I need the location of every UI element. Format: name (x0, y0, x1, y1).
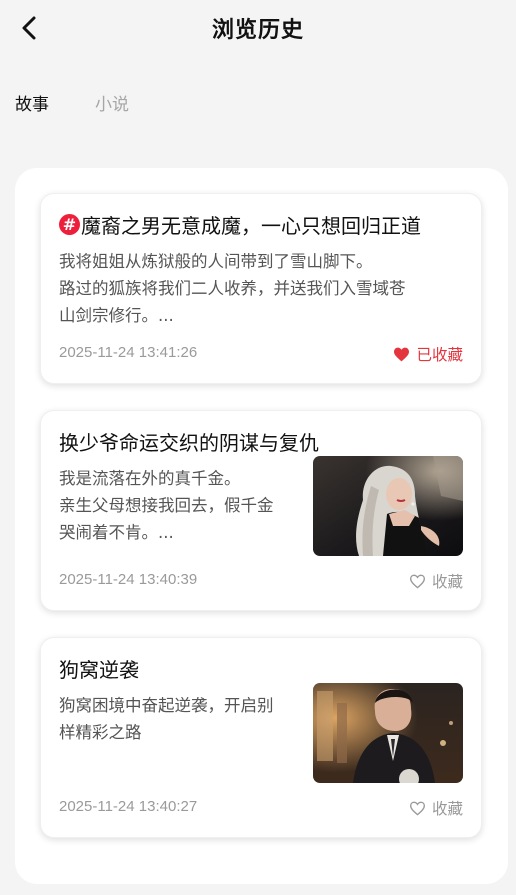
favorite-label: 已收藏 (416, 346, 463, 364)
man-in-suit-image (313, 683, 463, 783)
card-description: 我是流落在外的真千金。 亲生父母想接我回去，假千金 哭闹着不肯。... (59, 465, 309, 546)
card-title: 换少爷命运交织的阴谋与复仇 (59, 431, 319, 455)
desc-line: 样精彩之路 (59, 723, 142, 742)
tab-novels[interactable]: 小说 (95, 90, 129, 118)
card-date: 2025-11-24 13:40:39 (59, 571, 198, 588)
tab-bar: 故事 小说 (15, 90, 175, 118)
favorite-label: 收藏 (431, 800, 463, 818)
card-title: 狗窝逆袭 (59, 658, 139, 682)
favorite-button[interactable]: 收藏 (409, 797, 463, 819)
card-date: 2025-11-24 13:41:26 (59, 344, 198, 361)
card-description: 我将姐姐从炼狱般的人间带到了雪山脚下。 路过的狐族将我们二人收养，并送我们入雪域… (59, 248, 465, 329)
history-card[interactable]: # 魔裔之男无意成魔，一心只想回归正道 我将姐姐从炼狱般的人间带到了雪山脚下。 路… (40, 193, 482, 384)
card-title: # 魔裔之男无意成魔，一心只想回归正道 (59, 210, 421, 239)
card-title-text: 魔裔之男无意成魔，一心只想回归正道 (81, 214, 421, 238)
desc-line: 我将姐姐从炼狱般的人间带到了雪山脚下。 (59, 252, 373, 271)
desc-line: 我是流落在外的真千金。 (59, 469, 241, 488)
favorite-label: 收藏 (431, 573, 463, 591)
history-card[interactable]: 狗窝逆袭 狗窝困境中奋起逆袭，开启别 样精彩之路 2025-11-24 13:4… (40, 637, 482, 838)
desc-line: 狗窝困境中奋起逆袭，开启别 (59, 696, 274, 715)
heart-outline-icon (409, 801, 425, 816)
header: 浏览历史 (0, 0, 516, 56)
heart-outline-icon (409, 574, 425, 589)
card-date: 2025-11-24 13:40:27 (59, 798, 198, 815)
card-description: 狗窝困境中奋起逆袭，开启别 样精彩之路 (59, 692, 309, 746)
history-card[interactable]: 换少爷命运交织的阴谋与复仇 我是流落在外的真千金。 亲生父母想接我回去，假千金 … (40, 410, 482, 611)
tab-stories[interactable]: 故事 (15, 90, 49, 118)
woman-in-car-image (313, 456, 463, 556)
desc-line: 亲生父母想接我回去，假千金 (59, 496, 274, 515)
desc-line: 山剑宗修行。... (59, 306, 174, 325)
favorite-button[interactable]: 收藏 (409, 570, 463, 592)
desc-line: 路过的狐族将我们二人收养，并送我们入雪域苍 (59, 279, 406, 298)
hashtag-icon: # (59, 214, 80, 235)
page-title: 浏览历史 (211, 18, 304, 43)
heart-filled-icon (394, 347, 410, 361)
desc-line: 哭闹着不肯。... (59, 523, 174, 542)
favorite-button[interactable]: 已收藏 (393, 343, 463, 365)
